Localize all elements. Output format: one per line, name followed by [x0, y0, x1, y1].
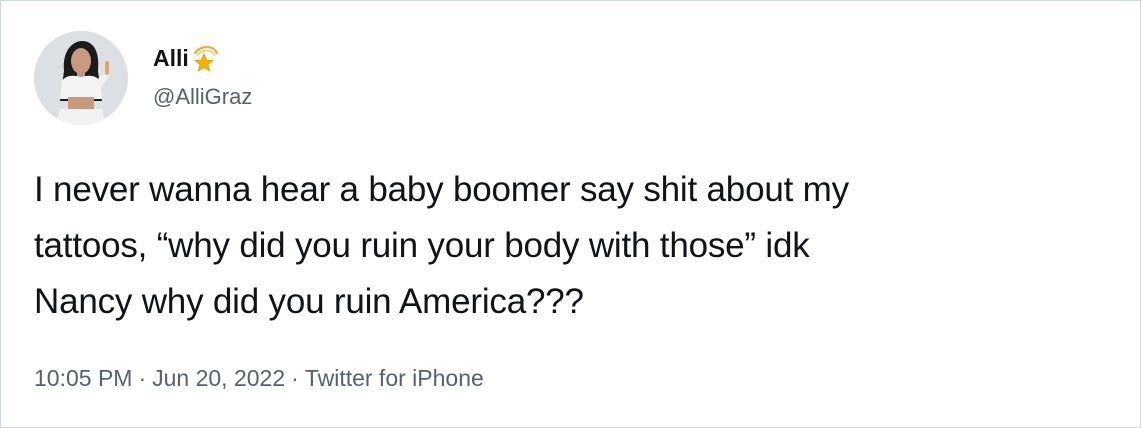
tweet-date[interactable]: Jun 20, 2022	[152, 365, 285, 391]
tweet-text-line: tattoos, “why did you ruin your body wit…	[34, 226, 810, 265]
shooting-star-icon	[191, 43, 221, 73]
tweet-source[interactable]: Twitter for iPhone	[305, 365, 484, 391]
tweet-text: I never wanna hear a baby boomer say shi…	[34, 162, 1114, 330]
avatar-photo	[34, 31, 128, 125]
author-handle[interactable]: @AlliGraz	[153, 83, 252, 111]
tweet-text-line: Nancy why did you ruin America???	[34, 282, 584, 321]
author-name-row[interactable]: Alli	[153, 43, 221, 73]
tweet-card: Alli @AlliGraz I never wanna hear a baby…	[0, 0, 1141, 428]
tweet-text-line: I never wanna hear a baby boomer say shi…	[34, 170, 849, 209]
author-display-name[interactable]: Alli	[153, 44, 189, 72]
meta-separator: ·	[138, 365, 147, 391]
meta-separator: ·	[291, 365, 299, 391]
avatar[interactable]	[34, 31, 128, 125]
tweet-timestamp[interactable]: 10:05 PM	[34, 365, 132, 391]
tweet-meta: 10:05 PM · Jun 20, 2022 · Twitter for iPhone	[34, 363, 484, 393]
